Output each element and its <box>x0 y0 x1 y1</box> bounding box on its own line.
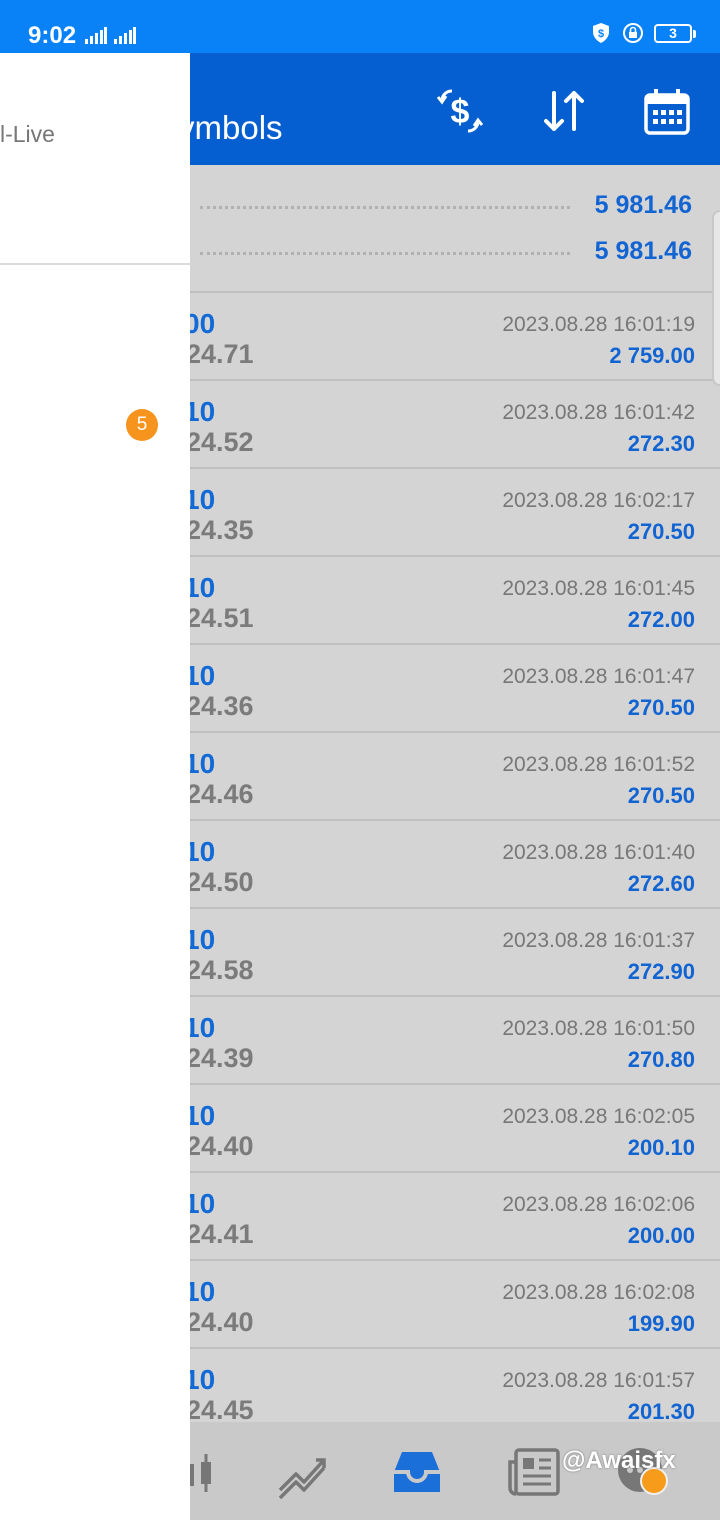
drawer-account-label[interactable]: l-Live <box>0 121 55 148</box>
deal-row[interactable]: 10 24.40 2023.08.28 16:02:08 199.90 <box>190 1261 720 1349</box>
deal-row[interactable]: 10 24.58 2023.08.28 16:01:37 272.90 <box>190 909 720 997</box>
deal-time: 2023.08.28 16:01:40 <box>502 841 695 864</box>
deal-profit: 272.00 <box>627 607 695 632</box>
navigation-drawer[interactable]: l-Live 5 <box>0 53 190 1520</box>
trade-chart-icon[interactable] <box>274 1444 332 1502</box>
currency-exchange-icon[interactable]: $ <box>434 85 486 137</box>
deal-time: 2023.08.28 16:01:45 <box>502 577 695 600</box>
deal-volume: 10 <box>190 660 216 691</box>
deal-profit: 270.50 <box>627 519 695 544</box>
watermark-text: @Awaisfx <box>562 1447 676 1474</box>
deal-volume: 10 <box>190 484 216 515</box>
deal-row[interactable]: 10 24.52 2023.08.28 16:01:42 272.30 <box>190 381 720 469</box>
dotted-leader <box>200 252 570 255</box>
deal-profit: 270.50 <box>627 695 695 720</box>
deal-row[interactable]: 10 24.50 2023.08.28 16:01:40 272.60 <box>190 821 720 909</box>
deal-time: 2023.08.28 16:01:37 <box>502 929 695 952</box>
deal-volume: 10 <box>190 1188 216 1219</box>
deal-time: 2023.08.28 16:02:05 <box>502 1105 695 1128</box>
deal-row[interactable]: 00 24.71 2023.08.28 16:01:19 2 759.00 <box>190 293 720 381</box>
deal-time: 2023.08.28 16:02:06 <box>502 1193 695 1216</box>
deal-row[interactable]: 10 24.51 2023.08.28 16:01:45 272.00 <box>190 557 720 645</box>
deal-price: 24.71 <box>190 339 254 369</box>
summary-value: 5 981.46 <box>594 191 692 219</box>
deal-row[interactable]: 10 24.41 2023.08.28 16:02:06 200.00 <box>190 1173 720 1261</box>
deal-price: 24.58 <box>190 955 254 985</box>
deal-volume: 10 <box>190 572 216 603</box>
deal-profit: 200.00 <box>627 1223 695 1248</box>
scrollbar-handle[interactable] <box>712 210 720 386</box>
deal-time: 2023.08.28 16:01:57 <box>502 1369 695 1392</box>
status-bar: 9:02 $ 3 <box>0 0 720 53</box>
deal-price: 24.45 <box>190 1395 254 1422</box>
deal-price: 24.36 <box>190 691 254 721</box>
deal-time: 2023.08.28 16:01:47 <box>502 665 695 688</box>
deal-profit: 201.30 <box>627 1399 695 1422</box>
account-summary: 5 981.46 5 981.46 <box>190 165 720 293</box>
deal-price: 24.40 <box>190 1307 254 1337</box>
deal-profit: 272.30 <box>627 431 695 456</box>
svg-text:$: $ <box>598 28 604 40</box>
shield-icon: $ <box>593 23 609 43</box>
candlestick-icon[interactable] <box>182 1444 240 1502</box>
deal-time: 2023.08.28 16:01:52 <box>502 753 695 776</box>
summary-row: 5 981.46 <box>190 183 720 229</box>
news-icon[interactable] <box>506 1444 564 1502</box>
status-time: 9:02 <box>28 22 77 49</box>
deal-volume: 10 <box>190 1364 216 1395</box>
summary-row: 5 981.46 <box>190 229 720 275</box>
svg-text:$: $ <box>451 93 470 131</box>
deal-price: 24.46 <box>190 779 254 809</box>
deal-profit: 272.60 <box>627 871 695 896</box>
deal-profit: 199.90 <box>627 1311 695 1336</box>
deal-volume: 10 <box>190 836 216 867</box>
drawer-badge: 5 <box>126 409 158 441</box>
signal-icon <box>85 27 107 44</box>
history-inbox-icon[interactable] <box>388 1444 446 1502</box>
deal-row[interactable]: 10 24.45 2023.08.28 16:01:57 201.30 <box>190 1349 720 1422</box>
deal-profit: 272.90 <box>627 959 695 984</box>
deal-volume: 10 <box>190 1276 216 1307</box>
deal-price: 24.35 <box>190 515 254 545</box>
deal-row[interactable]: 10 24.36 2023.08.28 16:01:47 270.50 <box>190 645 720 733</box>
deal-price: 24.51 <box>190 603 254 633</box>
calendar-icon[interactable] <box>641 85 693 137</box>
deal-profit: 270.80 <box>627 1047 695 1072</box>
deal-price: 24.50 <box>190 867 254 897</box>
deal-row[interactable]: 10 24.40 2023.08.28 16:02:05 200.10 <box>190 1085 720 1173</box>
drawer-divider <box>0 263 190 265</box>
deal-price: 24.41 <box>190 1219 254 1249</box>
deal-volume: 00 <box>190 308 216 339</box>
bottom-nav: @Awaisfx <box>186 1422 720 1520</box>
deal-volume: 10 <box>190 1100 216 1131</box>
summary-value: 5 981.46 <box>594 237 692 265</box>
deal-time: 2023.08.28 16:02:08 <box>502 1281 695 1304</box>
battery-indicator: 3 <box>654 23 696 43</box>
deal-row[interactable]: 10 24.39 2023.08.28 16:01:50 270.80 <box>190 997 720 1085</box>
signal-icon-2 <box>114 27 136 44</box>
deal-row[interactable]: 10 24.46 2023.08.28 16:01:52 270.50 <box>190 733 720 821</box>
deal-profit: 200.10 <box>627 1135 695 1160</box>
deal-time: 2023.08.28 16:02:17 <box>502 489 695 512</box>
deal-volume: 10 <box>190 748 216 779</box>
deal-time: 2023.08.28 16:01:42 <box>502 401 695 424</box>
deal-price: 24.52 <box>190 427 254 457</box>
dotted-leader <box>200 206 570 209</box>
deal-row[interactable]: 10 24.35 2023.08.28 16:02:17 270.50 <box>190 469 720 557</box>
deal-time: 2023.08.28 16:01:50 <box>502 1017 695 1040</box>
deals-list[interactable]: 00 24.71 2023.08.28 16:01:19 2 759.00 10… <box>190 293 720 1422</box>
deal-volume: 10 <box>190 396 216 427</box>
deal-price: 24.40 <box>190 1131 254 1161</box>
sort-icon[interactable] <box>538 85 590 137</box>
deal-profit: 270.50 <box>627 783 695 808</box>
deal-profit: 2 759.00 <box>609 343 695 368</box>
deal-price: 24.39 <box>190 1043 254 1073</box>
deal-volume: 10 <box>190 924 216 955</box>
deal-volume: 10 <box>190 1012 216 1043</box>
deal-time: 2023.08.28 16:01:19 <box>502 313 695 336</box>
lock-rotation-icon <box>623 23 643 43</box>
header-title[interactable]: ymbols <box>178 109 283 147</box>
